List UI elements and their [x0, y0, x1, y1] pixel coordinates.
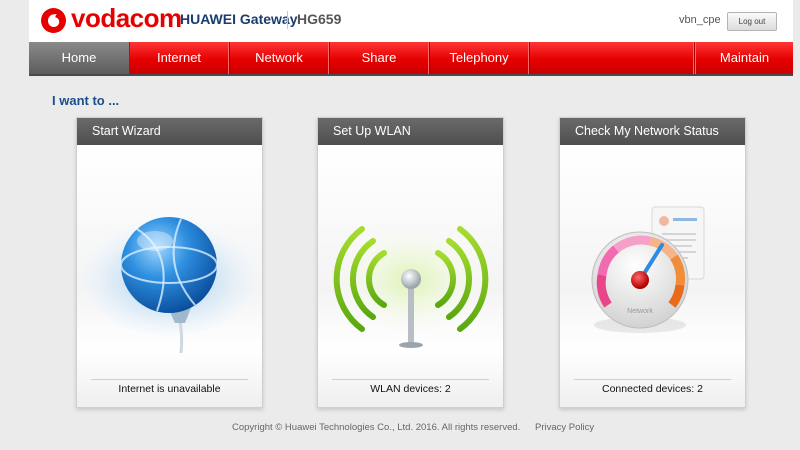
nav-share[interactable]: Share	[329, 42, 430, 74]
privacy-policy-link[interactable]: Privacy Policy	[535, 422, 594, 433]
nav-maintain[interactable]: Maintain	[694, 42, 794, 74]
nav-home[interactable]: Home	[29, 42, 130, 74]
internet-status: Internet is unavailable	[118, 383, 221, 395]
gauge-label: Network	[627, 308, 653, 315]
network-status-card[interactable]: Check My Network Status Network Connecte…	[559, 117, 746, 408]
network-gauge-icon: Network	[591, 206, 705, 333]
nav-telephony[interactable]: Telephony	[429, 42, 530, 74]
nav-internet[interactable]: Internet	[129, 42, 230, 74]
network-status-title: Check My Network Status	[560, 118, 745, 145]
start-wizard-card[interactable]: Start Wizard Internet is unavailable	[76, 117, 263, 408]
card-divider	[332, 379, 489, 380]
card-divider	[91, 379, 248, 380]
header-divider	[287, 11, 288, 29]
vodafone-logo-icon	[41, 8, 66, 33]
nav-blank	[529, 42, 695, 74]
section-title: I want to ...	[52, 93, 120, 108]
username-label: vbn_cpe	[679, 14, 721, 26]
nav-network[interactable]: Network	[229, 42, 330, 74]
model-name: HG659	[297, 11, 342, 27]
setup-wlan-title: Set Up WLAN	[318, 118, 503, 145]
card-divider	[574, 379, 731, 380]
header: vodacom HUAWEI Gateway HG659 vbn_cpe Log…	[29, 0, 793, 42]
wlan-antenna-icon	[331, 220, 491, 348]
start-wizard-title: Start Wizard	[77, 118, 262, 145]
start-wizard-body: Internet is unavailable	[77, 145, 262, 407]
logout-button[interactable]: Log out	[727, 12, 777, 31]
product-name: HUAWEI Gateway	[180, 11, 298, 27]
wlan-device-count: WLAN devices: 2	[370, 383, 451, 395]
connected-device-count: Connected devices: 2	[602, 383, 703, 395]
network-status-body: Network Connected devices: 2	[560, 145, 745, 407]
copyright-text: Copyright © Huawei Technologies Co., Ltd…	[232, 422, 521, 433]
main-nav: Home Internet Network Share Telephony Ma…	[29, 42, 793, 76]
globe-icon	[77, 211, 262, 354]
brand-logo-text: vodacom	[71, 3, 182, 33]
setup-wlan-card[interactable]: Set Up WLAN WLAN devices: 2	[317, 117, 504, 408]
setup-wlan-body: WLAN devices: 2	[318, 145, 503, 407]
